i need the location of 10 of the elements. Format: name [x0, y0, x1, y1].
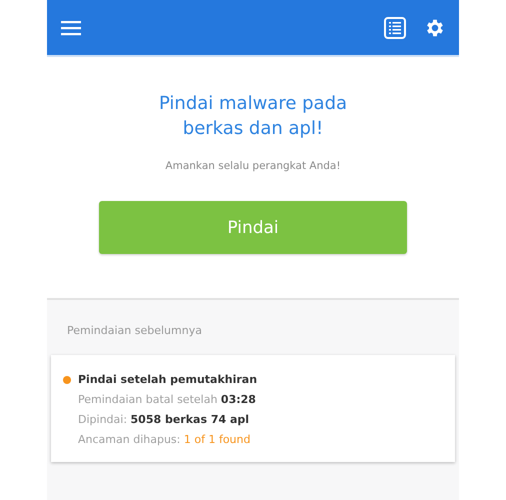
- scan-button[interactable]: Pindai: [99, 201, 407, 254]
- section-heading: Pemindaian sebelumnya: [67, 324, 203, 337]
- scan-detail: Dipindai: 5058 berkas 74 apl: [78, 413, 250, 426]
- list-icon[interactable]: [384, 16, 406, 38]
- menu-icon[interactable]: [61, 20, 81, 36]
- scan-detail: Ancaman dihapus: 1 of 1 found: [78, 433, 252, 446]
- scan-title: Pindai setelah pemutakhiran: [78, 373, 258, 386]
- headline: Pindai malware pada berkas dan apl!: [158, 92, 348, 141]
- scan-detail: Pemindaian batal setelah 03:28: [78, 393, 257, 406]
- subtitle: Amankan selalu perangkat Anda!: [165, 160, 341, 172]
